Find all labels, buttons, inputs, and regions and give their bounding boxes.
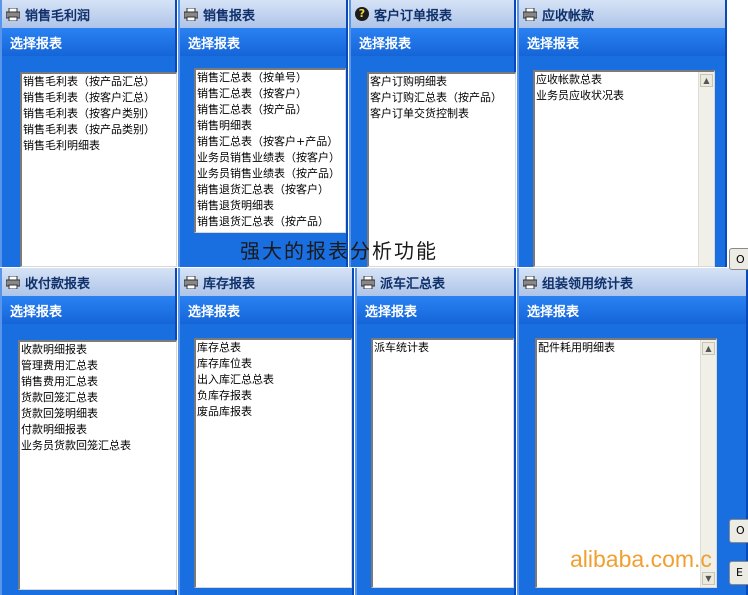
customer-order-report-window: ? 客户订单报表 选择报表 客户订购明细表 客户订购汇总表（按产品） 客户订单交… [349,0,516,267]
list-item[interactable]: 货款回笼汇总表 [20,390,176,406]
select-report-header: 选择报表 [180,296,352,324]
list-item[interactable]: 业务员应收状况表 [535,88,714,104]
window-title: 库存报表 [203,276,256,292]
list-item[interactable]: 业务员销售业绩表（按客户） [196,150,345,166]
select-report-header: 选择报表 [351,28,514,56]
report-listbox[interactable]: 销售汇总表（按单号） 销售汇总表（按客户） 销售汇总表（按产品） 销售明细表 销… [194,68,346,233]
accounts-receivable-window: 应收帐款 选择报表 应收帐款总表 业务员应收状况表 ▲ [517,0,727,267]
printer-icon [523,275,537,289]
sales-report-window: 销售报表 选择报表 销售汇总表（按单号） 销售汇总表（按客户） 销售汇总表（按产… [178,0,348,267]
scroll-up-arrow-icon[interactable]: ▲ [702,342,715,355]
side-button-e[interactable]: E [729,561,748,585]
window-titlebar[interactable]: 组装领用统计表 [519,268,746,296]
scroll-down-arrow-icon[interactable]: ▼ [702,572,715,585]
window-titlebar[interactable]: 库存报表 [180,268,352,296]
list-item[interactable]: 销售毛利表（按客户类别） [22,106,176,122]
select-report-header: 选择报表 [519,296,746,324]
watermark-text: alibaba.com.c [570,546,712,572]
window-title: 销售报表 [203,8,256,24]
list-item[interactable]: 出入库汇总总表 [196,372,351,388]
select-report-header: 选择报表 [2,28,175,56]
window-titlebar[interactable]: 销售毛利润 [2,0,175,28]
list-item[interactable]: 库存库位表 [196,356,351,372]
sales-gross-profit-window: 销售毛利润 选择报表 销售毛利表（按产品汇总） 销售毛利表（按客户汇总） 销售毛… [0,0,177,267]
list-item[interactable]: 配件耗用明细表 [537,340,716,356]
scroll-up-arrow-icon[interactable]: ▲ [700,74,713,87]
list-item[interactable]: 应收帐款总表 [535,72,714,88]
window-title: 收付款报表 [25,276,91,292]
list-item[interactable]: 负库存报表 [196,388,351,404]
list-item[interactable]: 销售汇总表（按客户） [196,86,345,102]
window-title: 客户订单报表 [374,8,453,24]
window-titlebar[interactable]: 应收帐款 [519,0,725,28]
dispatch-summary-window: 派车汇总表 选择报表 派车统计表 [355,268,516,595]
list-item[interactable]: 销售退货明细表 [196,198,345,214]
list-item[interactable]: 销售明细表 [196,118,345,134]
select-report-header: 选择报表 [180,28,346,56]
vertical-scrollbar[interactable]: ▲ [698,72,714,266]
list-item[interactable]: 销售毛利表（按产品类别） [22,122,176,138]
printer-icon [361,275,375,289]
report-listbox[interactable]: 收款明细报表 管理费用汇总表 销售费用汇总表 货款回笼汇总表 货款回笼明细表 付… [18,340,177,590]
list-item[interactable]: 付款明细报表 [20,422,176,438]
window-title: 销售毛利润 [25,8,91,24]
report-listbox[interactable]: 库存总表 库存库位表 出入库汇总总表 负库存报表 废品库报表 [194,338,352,588]
window-titlebar[interactable]: 派车汇总表 [357,268,514,296]
select-report-header: 选择报表 [519,28,725,56]
feature-caption: 强大的报表分析功能 [240,239,438,263]
window-titlebar[interactable]: ? 客户订单报表 [351,0,514,28]
window-title: 组装领用统计表 [542,276,634,292]
window-title: 应收帐款 [542,8,595,24]
report-listbox[interactable]: 销售毛利表（按产品汇总） 销售毛利表（按客户汇总） 销售毛利表（按客户类别） 销… [20,72,177,267]
window-title: 派车汇总表 [380,276,446,292]
window-titlebar[interactable]: 收付款报表 [2,268,175,296]
printer-icon [184,275,198,289]
list-item[interactable]: 库存总表 [196,340,351,356]
list-item[interactable]: 业务员货款回笼汇总表 [20,438,176,454]
help-icon: ? [355,7,369,21]
printer-icon [6,275,20,289]
list-item[interactable]: 销售退货汇总表（按产品） [196,214,345,230]
list-item[interactable]: 业务员销售业绩表（按产品） [196,166,345,182]
list-item[interactable]: 管理费用汇总表 [20,358,176,374]
list-item[interactable]: 销售汇总表（按客户+产品） [196,134,345,150]
list-item[interactable]: 销售费用汇总表 [20,374,176,390]
report-listbox[interactable]: 派车统计表 [371,338,514,588]
window-titlebar[interactable]: 销售报表 [180,0,346,28]
list-item[interactable]: 派车统计表 [373,340,513,356]
list-item[interactable]: 销售退货汇总表（按客户） [196,182,345,198]
printer-icon [523,7,537,21]
list-item[interactable]: 销售毛利表（按产品汇总） [22,74,176,90]
select-report-header: 选择报表 [2,296,175,324]
receipts-payments-report-window: 收付款报表 选择报表 收款明细报表 管理费用汇总表 销售费用汇总表 货款回笼汇总… [0,268,177,595]
list-item[interactable]: 销售毛利表（按客户汇总） [22,90,176,106]
inventory-report-window: 库存报表 选择报表 库存总表 库存库位表 出入库汇总总表 负库存报表 废品库报表 [178,268,354,595]
list-item[interactable]: 客户订购汇总表（按产品） [369,90,515,106]
list-item[interactable]: 废品库报表 [196,404,351,420]
side-button-o[interactable]: O [729,519,748,543]
side-button-o[interactable]: O [729,248,748,270]
list-item[interactable]: 收款明细报表 [20,342,176,358]
printer-icon [6,7,20,21]
list-item[interactable]: 货款回笼明细表 [20,406,176,422]
report-listbox[interactable]: 应收帐款总表 业务员应收状况表 ▲ [533,70,715,267]
list-item[interactable]: 销售毛利明细表 [22,138,176,154]
select-report-header: 选择报表 [357,296,514,324]
list-item[interactable]: 客户订单交货控制表 [369,106,515,122]
list-item[interactable]: 销售汇总表（按单号） [196,70,345,86]
printer-icon [184,7,198,21]
list-item[interactable]: 销售汇总表（按产品） [196,102,345,118]
list-item[interactable]: 客户订购明细表 [369,74,515,90]
